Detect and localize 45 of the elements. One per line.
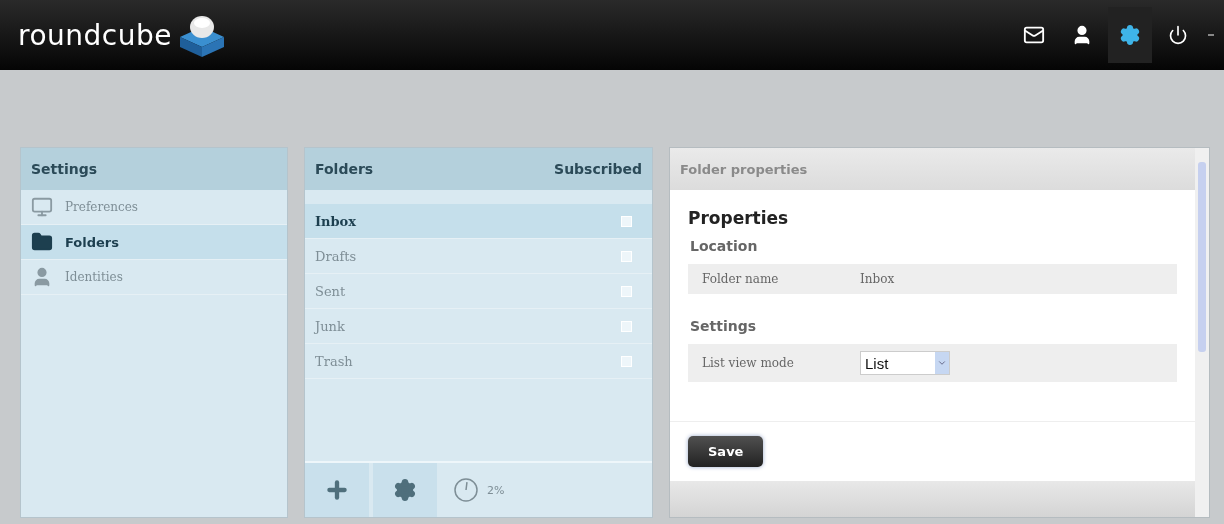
folder-name: Junk [315,318,345,334]
subscribe-checkbox[interactable] [621,215,632,227]
folder-name: Drafts [315,248,357,264]
panel-title: Folder properties [680,161,808,177]
panel-title: Settings [31,161,98,177]
logo: roundcube [18,18,172,52]
mail-icon [1023,24,1045,46]
power-icon [1168,25,1188,45]
quota-text: 2% [487,483,505,497]
actions-button[interactable] [373,463,437,517]
settings-item[interactable]: Folders [21,225,287,260]
section-title: Location [690,238,759,254]
folder-name: Inbox [315,213,357,229]
subscribe-checkbox[interactable] [621,355,632,367]
field-label: List view mode [702,356,795,370]
settings-icon [1119,24,1141,46]
gear-icon [393,478,417,502]
field-value: Inbox [860,272,895,286]
cube-icon [177,13,226,57]
view-mode-select[interactable]: List [860,351,950,375]
monitor-icon [31,196,53,218]
subscribe-checkbox[interactable] [621,285,632,297]
plus-icon [324,477,350,503]
quota-gauge-icon [453,477,479,503]
subscribe-checkbox[interactable] [621,250,632,262]
section-title: Settings [690,318,758,334]
folder-item[interactable]: Junk [305,309,652,344]
folder-item[interactable]: Inbox [305,204,652,239]
chevron-down-icon [937,358,947,368]
folder-item[interactable]: Drafts [305,239,652,274]
subscribe-checkbox[interactable] [621,320,632,332]
settings-item[interactable]: Identities [21,260,287,295]
add-button[interactable] [305,463,369,517]
folder-item[interactable]: Sent [305,274,652,309]
column-header: Subscribed [554,161,642,177]
panel-title: Folders [315,161,374,177]
scrollbar[interactable] [1195,148,1209,517]
properties-heading: Properties [688,208,790,228]
folder-name: Sent [315,283,346,299]
nav-button[interactable] [1108,7,1152,63]
folder-icon [31,231,53,253]
save-button[interactable]: Save [688,436,764,467]
folder-item[interactable]: Trash [305,344,652,379]
field-label: Folder name [702,272,780,286]
folder-name: Trash [315,353,353,369]
